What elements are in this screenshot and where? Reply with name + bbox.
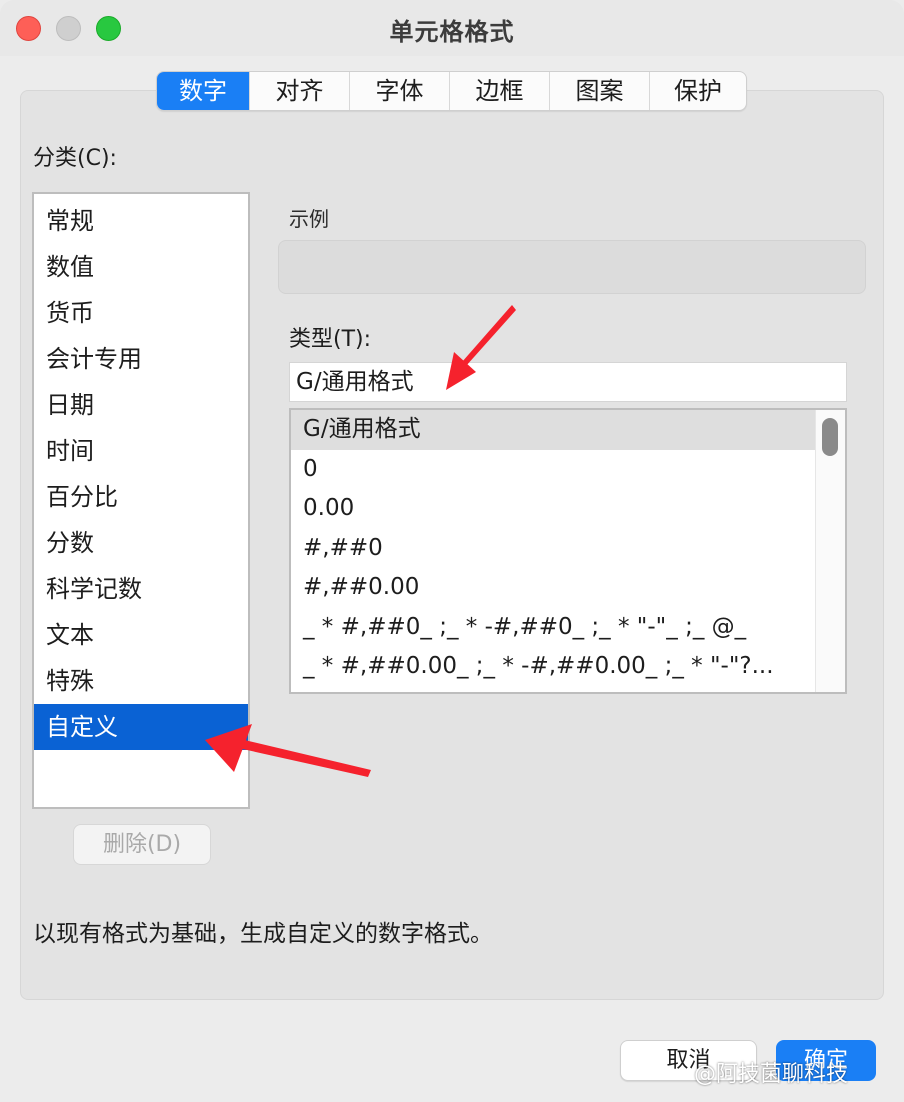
type-list-scrollbar[interactable] — [815, 410, 845, 692]
category-description: 以现有格式为基础，生成自定义的数字格式。 — [33, 921, 493, 947]
type-item[interactable]: _ * #,##0_ ;_ * -#,##0_ ;_ * "-"_ ;_ @_ — [291, 608, 815, 648]
type-item[interactable]: 0.00 — [291, 489, 815, 529]
category-list[interactable]: 常规 数值 货币 会计专用 日期 时间 百分比 分数 科学记数 文本 特殊 自定… — [32, 192, 250, 809]
category-item-custom[interactable]: 自定义 — [34, 704, 248, 750]
watermark-text: @阿技菌聊科技 — [694, 1062, 849, 1087]
category-item-time[interactable]: 时间 — [34, 428, 248, 474]
category-item-accounting[interactable]: 会计专用 — [34, 336, 248, 382]
window-title: 单元格格式 — [389, 18, 515, 46]
category-item-scientific[interactable]: 科学记数 — [34, 566, 248, 612]
category-label: 分类(C): — [33, 146, 117, 171]
type-item[interactable]: _ * #,##0.00_ ;_ * -#,##0.00_ ;_ * "-"?.… — [291, 647, 815, 687]
type-item[interactable]: G/通用格式 — [291, 410, 815, 450]
delete-button[interactable]: 删除(D) — [73, 824, 211, 865]
category-item-text[interactable]: 文本 — [34, 612, 248, 658]
type-item[interactable]: 0 — [291, 450, 815, 490]
type-label: 类型(T): — [289, 327, 372, 352]
category-item-number[interactable]: 数值 — [34, 244, 248, 290]
scrollbar-thumb[interactable] — [822, 418, 838, 456]
tab-bar: 数字 对齐 字体 边框 图案 保护 — [156, 71, 747, 111]
sample-preview — [278, 240, 866, 294]
category-item-percentage[interactable]: 百分比 — [34, 474, 248, 520]
type-format-list[interactable]: G/通用格式 0 0.00 #,##0 #,##0.00 _ * #,##0_ … — [289, 408, 847, 694]
format-cells-dialog: 单元格格式 数字 对齐 字体 边框 图案 保护 分类(C): 常规 数值 货币 … — [0, 0, 904, 1102]
type-item[interactable]: #,##0.00 — [291, 568, 815, 608]
tab-number[interactable]: 数字 — [157, 72, 250, 110]
category-item-general[interactable]: 常规 — [34, 198, 248, 244]
tab-protection[interactable]: 保护 — [650, 72, 746, 110]
sample-label: 示例 — [289, 207, 329, 231]
type-input[interactable]: G/通用格式 — [289, 362, 847, 402]
type-item[interactable]: #,##0 — [291, 529, 815, 569]
tab-alignment[interactable]: 对齐 — [250, 72, 350, 110]
category-item-currency[interactable]: 货币 — [34, 290, 248, 336]
category-item-fraction[interactable]: 分数 — [34, 520, 248, 566]
category-item-special[interactable]: 特殊 — [34, 658, 248, 704]
tab-border[interactable]: 边框 — [450, 72, 550, 110]
tab-font[interactable]: 字体 — [350, 72, 450, 110]
tab-pattern[interactable]: 图案 — [550, 72, 650, 110]
category-item-date[interactable]: 日期 — [34, 382, 248, 428]
title-bar: 单元格格式 — [0, 0, 904, 56]
